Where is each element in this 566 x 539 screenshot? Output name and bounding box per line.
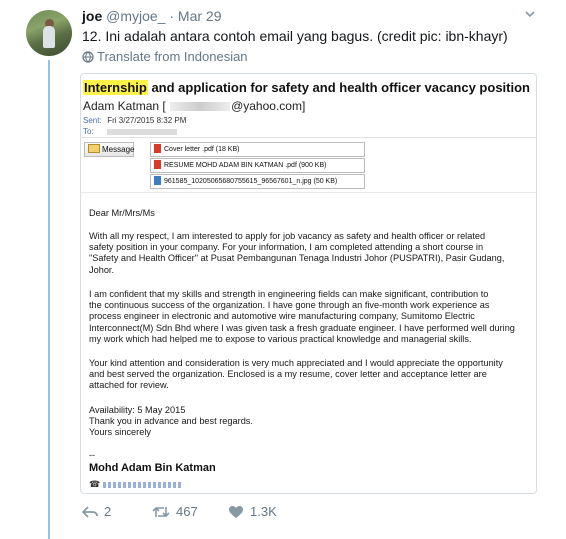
attachment-label: Cover letter .pdf (18 KB) [164, 146, 240, 153]
avatar[interactable] [26, 10, 72, 56]
signature-separator: -- [89, 450, 96, 460]
email-sent-row: Sent: Fri 3/27/2015 8:32 PM [83, 116, 186, 125]
redaction [107, 128, 178, 135]
paragraph-line: my work which had helped me to expose to… [89, 333, 472, 344]
avatar-figure [43, 26, 55, 48]
paragraph-line: attached for review. [89, 380, 169, 391]
paragraph-line: safety position in your company. For you… [89, 242, 484, 253]
from-domain: @yahoo.com] [231, 99, 306, 113]
retweet-count: 467 [176, 504, 198, 519]
divider [81, 137, 536, 138]
attachment: 961585_10205065680755615_96567601_n.jpg … [150, 174, 365, 189]
tweet-header: joe @myjoe_ · Mar 29 [82, 7, 222, 25]
phone-icon: ☎ [89, 479, 101, 489]
closing-line: Thank you in advance and best regards. [89, 416, 253, 427]
attachment-label: RESUME MOHD ADAM BIN KATMAN .pdf (900 KB… [164, 162, 327, 169]
chevron-down-icon[interactable] [524, 8, 536, 20]
email-screenshot[interactable]: Internship and application for safety an… [80, 73, 537, 494]
email-closing: Availability: 5 May 2015 Thank you in ad… [89, 405, 253, 439]
email-signature: Mohd Adam Bin Katman [89, 462, 216, 474]
envelope-icon [88, 144, 100, 153]
from-name: Adam Katman [ [83, 99, 166, 113]
email-paragraph: I am confident that my skills and streng… [89, 289, 515, 345]
email-paragraph: With all my respect, I am interested to … [89, 231, 504, 276]
email-paragraph: Your kind attention and consideration is… [89, 358, 503, 392]
divider [81, 192, 536, 193]
paragraph-line: Johor. [89, 264, 115, 275]
closing-line: Availability: 5 May 2015 [89, 405, 186, 415]
like-count: 1.3K [250, 504, 277, 519]
attachment-label: 961585_10205065680755615_96567601_n.jpg … [164, 178, 338, 185]
email-from: Adam Katman [ @yahoo.com] [83, 99, 305, 113]
translate-label: Translate from Indonesian [97, 49, 248, 64]
paragraph-line: I am confident that my skills and streng… [89, 289, 489, 299]
paragraph-line: and best served the organization. Enclos… [89, 369, 487, 380]
tweet-text: 12. Ini adalah antara contoh email yang … [82, 28, 508, 44]
pdf-icon [154, 160, 161, 169]
header-separator: · [169, 8, 175, 24]
paragraph-line: Your kind attention and consideration is… [89, 358, 503, 368]
paragraph-line: process engineer in electronic and autom… [89, 311, 475, 322]
heart-icon [229, 506, 243, 518]
translate-link[interactable]: Translate from Indonesian [82, 49, 248, 65]
user-name[interactable]: joe [82, 8, 102, 24]
reply-button[interactable]: 2 [82, 504, 111, 519]
paragraph-line: Interconnect(M) Sdn Bhd where I was give… [89, 322, 515, 333]
closing-line: Yours sincerely [89, 427, 151, 438]
attachment: Cover letter .pdf (18 KB) [150, 142, 365, 157]
tweet-date[interactable]: Mar 29 [178, 8, 222, 24]
user-handle[interactable]: @myjoe_ [106, 8, 165, 24]
phone-row: ☎ [89, 479, 183, 490]
subject-highlight: Internship [83, 80, 148, 95]
retweet-button[interactable]: 467 [152, 504, 198, 519]
reply-icon [82, 506, 98, 518]
like-button[interactable]: 1.3K [228, 504, 277, 519]
attachment: RESUME MOHD ADAM BIN KATMAN .pdf (900 KB… [150, 158, 365, 173]
paragraph-line: "Safety and Health Officer" at Pusat Pem… [89, 253, 505, 264]
retweet-icon [152, 507, 170, 517]
sent-value: Fri 3/27/2015 8:32 PM [107, 116, 187, 125]
sent-key: Sent: [83, 116, 102, 125]
to-key: To: [83, 127, 94, 136]
paragraph-line: With all my respect, I am interested to … [89, 231, 486, 241]
email-subject: Internship and application for safety an… [83, 80, 530, 95]
subject-rest: and application for safety and health of… [147, 80, 530, 95]
message-tab-label: Message [102, 145, 135, 154]
redaction [102, 481, 183, 488]
email-to-row: To: [83, 127, 178, 136]
globe-icon [82, 51, 94, 63]
paragraph-line: the continuous success of the organizati… [89, 300, 490, 311]
image-icon [154, 176, 161, 185]
message-tab: Message [84, 142, 134, 157]
email-greeting: Dear Mr/Mrs/Ms [89, 208, 155, 218]
thread-line [48, 60, 50, 539]
pdf-icon [154, 144, 161, 153]
redaction [170, 102, 231, 112]
reply-count: 2 [104, 504, 112, 519]
